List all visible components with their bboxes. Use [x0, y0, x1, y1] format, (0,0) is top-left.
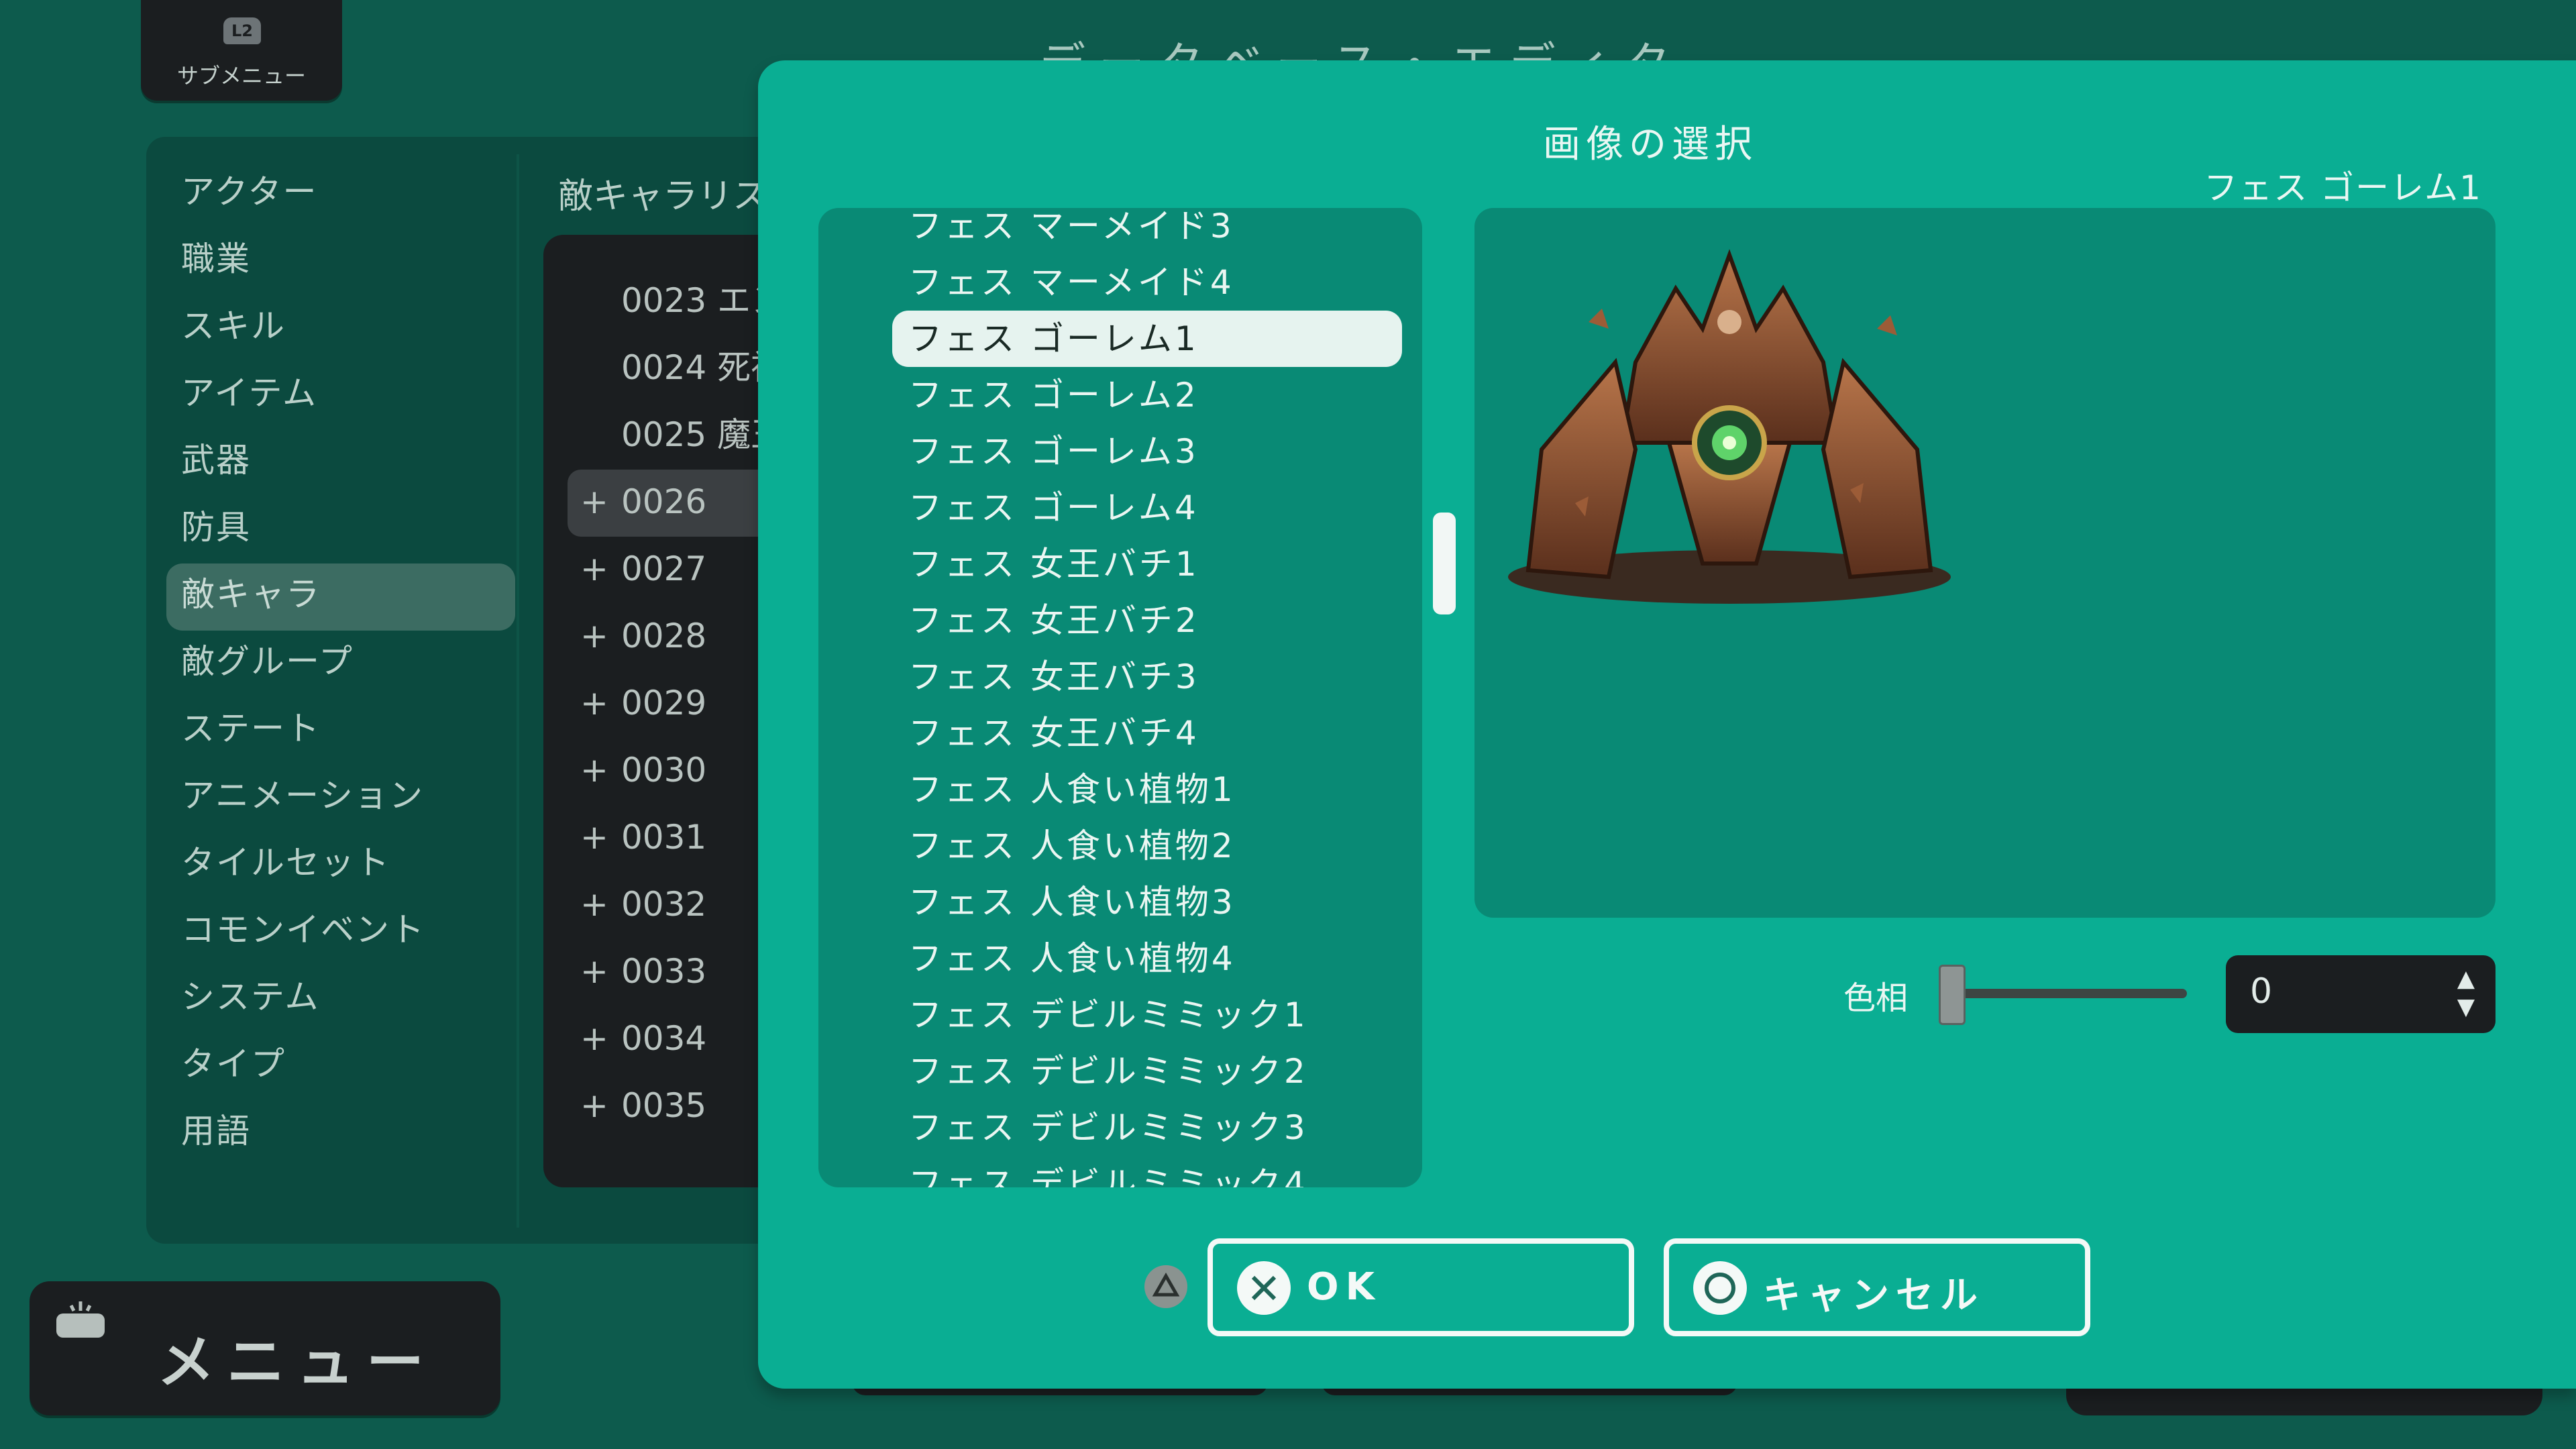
enemy-row-label: 0035: [621, 1086, 707, 1125]
add-icon: +: [580, 818, 608, 857]
category-item-system[interactable]: システム: [166, 966, 515, 1033]
category-item-type[interactable]: タイプ: [166, 1033, 515, 1100]
category-item-enemy[interactable]: 敵キャラ: [166, 564, 515, 631]
submenu-button[interactable]: L2 サブメニュー: [141, 0, 342, 101]
divider: [517, 154, 519, 1228]
cross-icon: [1237, 1261, 1291, 1315]
add-icon: +: [580, 952, 608, 991]
hue-label: 色相: [1843, 979, 1909, 1017]
hue-slider-track[interactable]: [1945, 989, 2187, 998]
menu-label: メニュー: [157, 1329, 436, 1396]
category-item-class[interactable]: 職業: [166, 228, 515, 295]
category-item-troop[interactable]: 敵グループ: [166, 631, 515, 698]
image-preview-panel: [1474, 208, 2496, 918]
hue-value-field[interactable]: 0 ▲ ▼: [2226, 955, 2496, 1033]
add-icon: +: [580, 751, 608, 790]
enemy-row-label: 0029: [621, 684, 707, 722]
file-item[interactable]: フェス 女王バチ1: [892, 536, 1402, 592]
file-item[interactable]: フェス 女王バチ4: [892, 705, 1402, 761]
file-item[interactable]: フェス デビルミミック4: [892, 1156, 1402, 1187]
add-icon: +: [580, 885, 608, 924]
add-icon: +: [580, 1019, 608, 1058]
enemy-row-label: 0031: [621, 818, 707, 857]
category-item-animation[interactable]: アニメーション: [166, 765, 515, 832]
file-list-scrollbar[interactable]: [1433, 513, 1456, 614]
ok-button[interactable]: OK: [1208, 1238, 1634, 1336]
file-item[interactable]: フェス 人食い植物2: [892, 818, 1402, 874]
cancel-label: キャンセル: [1763, 1274, 1984, 1318]
dialog-title: 画像の選択: [1543, 123, 1758, 166]
up-down-arrows-icon[interactable]: ▲ ▼: [2453, 965, 2479, 1024]
category-item-state[interactable]: ステート: [166, 698, 515, 765]
hue-value: 0: [2250, 971, 2273, 1012]
category-item-skill[interactable]: スキル: [166, 295, 515, 362]
hue-slider-thumb[interactable]: [1939, 965, 1966, 1025]
category-item-item[interactable]: アイテム: [166, 362, 515, 429]
add-icon: +: [580, 684, 608, 722]
file-item[interactable]: フェス マーメイド3: [892, 208, 1402, 254]
file-item[interactable]: フェス 人食い植物4: [892, 930, 1402, 987]
file-item-selected[interactable]: フェス ゴーレム1: [892, 311, 1402, 367]
preview-image-name: フェス ゴーレム1: [2204, 168, 2482, 207]
enemy-row-label: 0034: [621, 1019, 707, 1058]
submenu-label: サブメニュー: [176, 63, 306, 89]
category-item-common-event[interactable]: コモンイベント: [166, 899, 515, 966]
add-icon: +: [580, 1086, 608, 1125]
file-item[interactable]: フェス 人食い植物1: [892, 761, 1402, 818]
file-item[interactable]: フェス デビルミミック2: [892, 1043, 1402, 1099]
touchpad-icon: [56, 1301, 105, 1338]
ok-label: OK: [1307, 1265, 1381, 1309]
enemy-row-label: 0033: [621, 952, 707, 991]
file-item[interactable]: フェス ゴーレム4: [892, 480, 1402, 536]
file-item[interactable]: フェス 女王バチ2: [892, 592, 1402, 649]
category-list: アクター 職業 スキル アイテム 武器 防具 敵キャラ 敵グループ ステート ア…: [166, 161, 515, 1167]
l2-button-icon: L2: [223, 17, 261, 44]
menu-button[interactable]: メニュー: [30, 1281, 500, 1415]
file-item[interactable]: フェス ゴーレム2: [892, 367, 1402, 423]
add-icon: +: [580, 616, 608, 655]
circle-icon: [1693, 1261, 1747, 1315]
file-item[interactable]: フェス デビルミミック1: [892, 987, 1402, 1043]
category-item-weapon[interactable]: 武器: [166, 429, 515, 496]
file-item[interactable]: フェス 女王バチ3: [892, 649, 1402, 705]
triangle-icon: [1144, 1265, 1187, 1308]
enemy-row-label: 0030: [621, 751, 707, 790]
golem-sprite-image: [1508, 249, 1951, 604]
enemy-row-label: 0028: [621, 616, 707, 655]
cancel-button[interactable]: キャンセル: [1664, 1238, 2090, 1336]
file-item[interactable]: フェス デビルミミック3: [892, 1099, 1402, 1156]
file-item[interactable]: フェス マーメイド4: [892, 254, 1402, 311]
category-item-armor[interactable]: 防具: [166, 496, 515, 564]
add-icon: +: [580, 549, 608, 588]
enemy-row-label: 0026: [621, 482, 707, 521]
file-item[interactable]: フェス 人食い植物3: [892, 874, 1402, 930]
enemy-row-label: 0027: [621, 549, 707, 588]
file-item[interactable]: フェス ゴーレム3: [892, 423, 1402, 480]
category-item-tileset[interactable]: タイルセット: [166, 832, 515, 899]
category-item-terms[interactable]: 用語: [166, 1100, 515, 1167]
enemy-row-label: 0032: [621, 885, 707, 924]
add-icon: +: [580, 482, 608, 521]
category-item-actor[interactable]: アクター: [166, 161, 515, 228]
image-file-list[interactable]: フェス マーメイド3 フェス マーメイド4 フェス ゴーレム1 フェス ゴーレム…: [818, 208, 1422, 1187]
